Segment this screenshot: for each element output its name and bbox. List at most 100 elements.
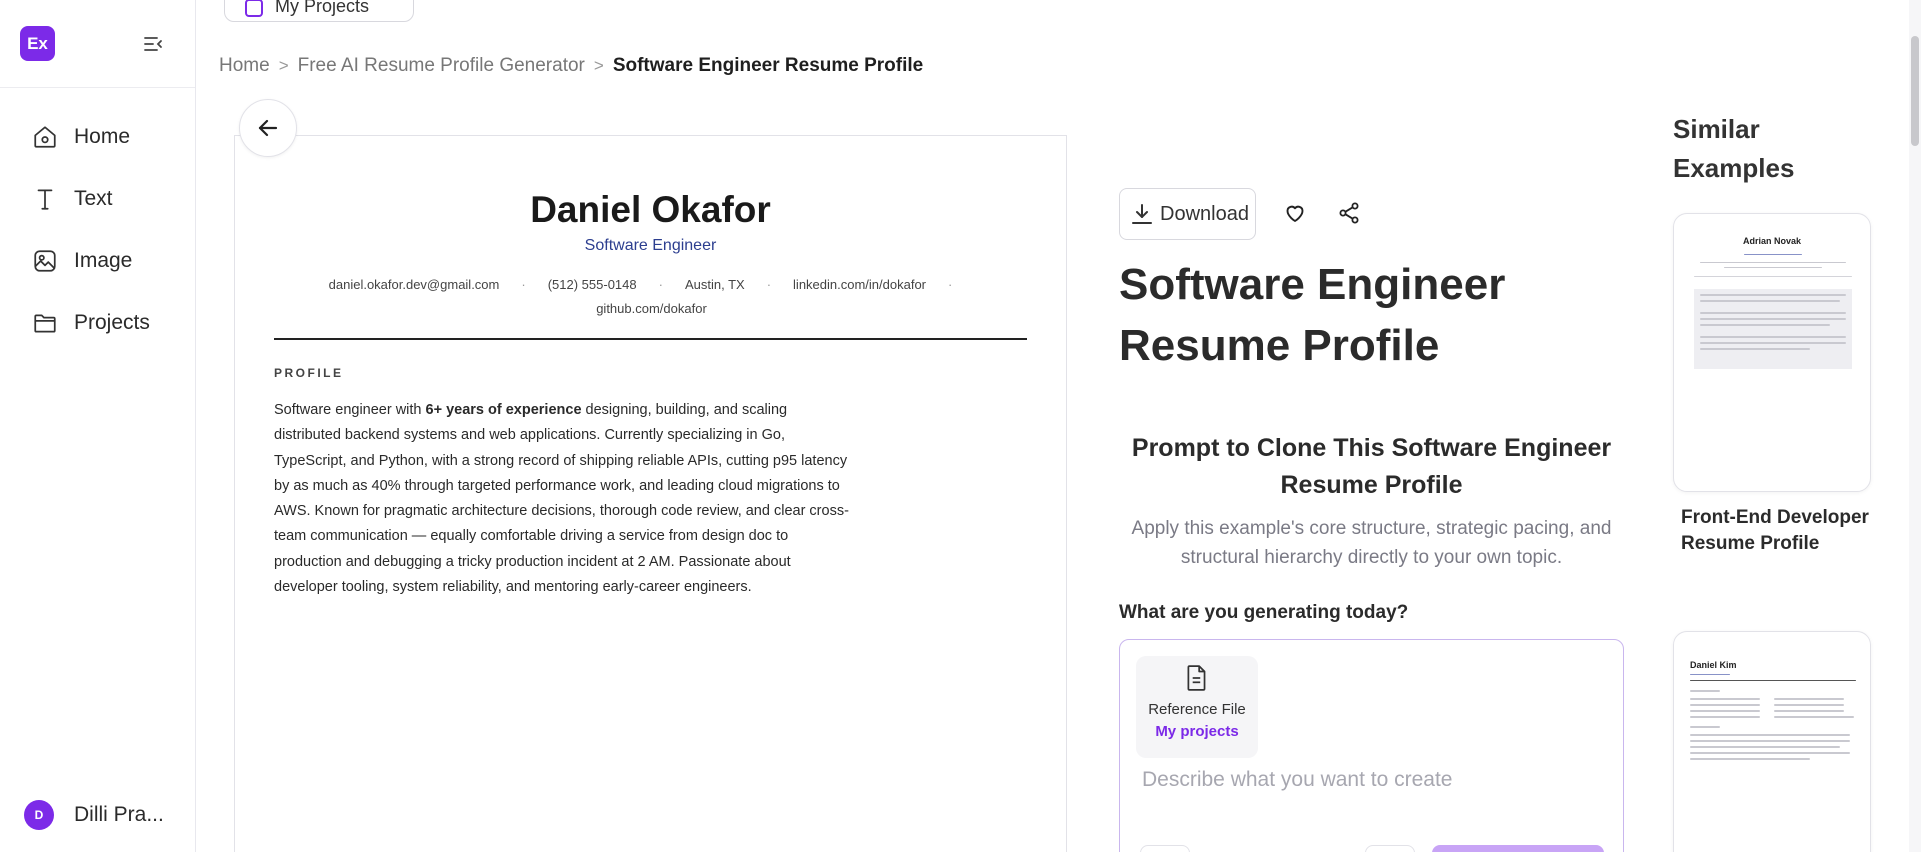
app-logo[interactable]: Ex xyxy=(20,26,55,61)
prompt-subtitle: Apply this example's core structure, str… xyxy=(1131,518,1612,568)
thumbnail-text-line xyxy=(1690,752,1850,754)
thumbnail-text-line xyxy=(1690,690,1720,692)
prompt-input[interactable] xyxy=(1142,768,1602,792)
thumbnail-text-line xyxy=(1690,716,1760,718)
breadcrumb: Home > Free AI Resume Profile Generator … xyxy=(219,55,923,77)
resume-phone: (512) 555-0148 xyxy=(547,277,637,292)
my-projects-label: My Projects xyxy=(275,0,370,16)
thumbnail-text-line xyxy=(1700,336,1846,338)
resume-linkedin: linkedin.com/in/dokafor xyxy=(793,277,927,292)
breadcrumb-home[interactable]: Home xyxy=(219,55,270,77)
document-icon xyxy=(1187,665,1206,691)
contact-separator: · xyxy=(948,277,953,292)
thumbnail-resume-name: Adrian Novak xyxy=(1742,236,1802,246)
thumbnail-text-line xyxy=(1724,267,1822,268)
thumbnail-text-line xyxy=(1700,262,1846,263)
prompt-heading: Prompt to Clone This Software Engineer R… xyxy=(1131,434,1612,499)
sidebar-item-home[interactable]: Home xyxy=(0,106,195,168)
reference-file-button[interactable]: Reference File My projects xyxy=(1136,656,1258,758)
sidebar-item-projects[interactable]: Projects xyxy=(0,292,195,354)
my-projects-link[interactable]: My projects xyxy=(1136,723,1258,740)
similar-example-title[interactable]: Front-End Developer Resume Profile xyxy=(1681,505,1871,557)
similar-example-thumbnail[interactable]: Adrian Novak xyxy=(1673,213,1871,492)
breadcrumb-current: Software Engineer Resume Profile xyxy=(612,55,924,76)
sidebar-nav: Home Text Image Projects xyxy=(0,88,195,354)
thumbnail-text-line xyxy=(1700,324,1830,326)
attach-button[interactable] xyxy=(1140,845,1190,852)
breadcrumb-generator[interactable]: Free AI Resume Profile Generator xyxy=(298,55,585,77)
download-label: Download xyxy=(1160,202,1249,225)
heart-icon xyxy=(1286,205,1304,222)
collapse-sidebar-button[interactable] xyxy=(141,32,165,56)
generate-label: What are you generating today? xyxy=(1119,602,1409,623)
page-scrollbar[interactable] xyxy=(1909,0,1921,852)
thumbnail-text-line xyxy=(1690,710,1760,712)
thumbnail-text-line xyxy=(1700,294,1846,296)
option-button[interactable] xyxy=(1365,845,1415,852)
sidebar-item-text[interactable]: Text xyxy=(0,168,195,230)
profile-text-start: Software engineer with xyxy=(274,402,426,418)
share-icon xyxy=(1339,202,1359,224)
project-icon xyxy=(245,0,263,17)
contact-separator: · xyxy=(766,277,772,292)
resume-email: daniel.okafor.dev@gmail.com xyxy=(328,277,500,292)
thumbnail-text-line xyxy=(1774,698,1844,700)
thumbnail-text-line xyxy=(1700,342,1846,344)
my-projects-button[interactable]: My Projects xyxy=(224,0,414,22)
profile-text-rest: designing, building, and scaling distrib… xyxy=(274,402,849,596)
home-icon xyxy=(34,126,56,148)
similar-examples-heading: Similar Examples xyxy=(1673,114,1795,183)
image-icon xyxy=(34,250,56,272)
folder-icon xyxy=(34,314,56,333)
thumbnail-text-line xyxy=(1700,300,1840,302)
text-icon xyxy=(37,189,53,210)
page-title: Software Engineer Resume Profile xyxy=(1119,260,1506,370)
sidebar-item-image[interactable]: Image xyxy=(0,230,195,292)
thumbnail-text-line xyxy=(1690,758,1810,760)
thumbnail-resume-name: Daniel Kim xyxy=(1690,660,1737,670)
scrollbar-thumb[interactable] xyxy=(1911,36,1919,146)
thumbnail-text-line xyxy=(1690,734,1850,736)
resume-section-label: PROFILE xyxy=(274,366,344,380)
avatar: D xyxy=(24,800,54,830)
thumbnail-text-line xyxy=(1690,740,1850,742)
generate-button[interactable] xyxy=(1432,845,1604,852)
generate-panel: Reference File My projects xyxy=(1119,639,1624,852)
share-button[interactable] xyxy=(1334,198,1364,228)
thumbnail-text-line xyxy=(1774,710,1844,712)
breadcrumb-separator: > xyxy=(593,56,604,75)
sidebar-item-label: Projects xyxy=(74,311,150,334)
thumbnail-text-line xyxy=(1690,726,1720,728)
thumbnail-text-line xyxy=(1690,746,1840,748)
similar-example-thumbnail[interactable]: Daniel Kim xyxy=(1673,631,1871,852)
sidebar-item-label: Text xyxy=(74,187,113,210)
sidebar-item-label: Image xyxy=(74,249,133,272)
favorite-button[interactable] xyxy=(1280,198,1310,228)
contact-separator: · xyxy=(658,277,663,292)
resume-profile-text: Software engineer with 6+ years of exper… xyxy=(274,398,849,600)
breadcrumb-separator: > xyxy=(278,56,289,75)
thumbnail-text-line xyxy=(1700,348,1810,350)
resume-divider xyxy=(274,338,1027,340)
download-icon xyxy=(1132,204,1152,224)
arrow-left-icon xyxy=(258,119,278,137)
resume-location: Austin, TX xyxy=(684,277,745,292)
sidebar-collapse-icon xyxy=(144,36,162,51)
sidebar: Ex Home Text Image Projects D Dilli Pra.… xyxy=(0,0,196,852)
sidebar-header: Ex xyxy=(0,0,195,88)
sidebar-item-label: Home xyxy=(74,125,131,148)
thumbnail-text-line xyxy=(1690,698,1760,700)
contact-separator: · xyxy=(521,277,526,292)
download-button[interactable]: Download xyxy=(1119,188,1256,240)
thumbnail-divider xyxy=(1690,680,1856,681)
user-menu[interactable]: D Dilli Pra... xyxy=(24,800,164,830)
resume-contacts: daniel.okafor.dev@gmail.com · (512) 555-01… xyxy=(295,273,1008,321)
back-button[interactable] xyxy=(239,99,297,157)
thumbnail-text-line xyxy=(1744,254,1802,255)
reference-file-label: Reference File xyxy=(1148,701,1246,718)
thumbnail-text-line xyxy=(1774,716,1854,718)
user-name: Dilli Pra... xyxy=(74,803,164,826)
thumbnail-text-line xyxy=(1700,318,1846,320)
resume-preview: Daniel Okafor Software Engineer daniel.o… xyxy=(234,135,1067,852)
thumbnail-text-line xyxy=(1774,704,1844,706)
